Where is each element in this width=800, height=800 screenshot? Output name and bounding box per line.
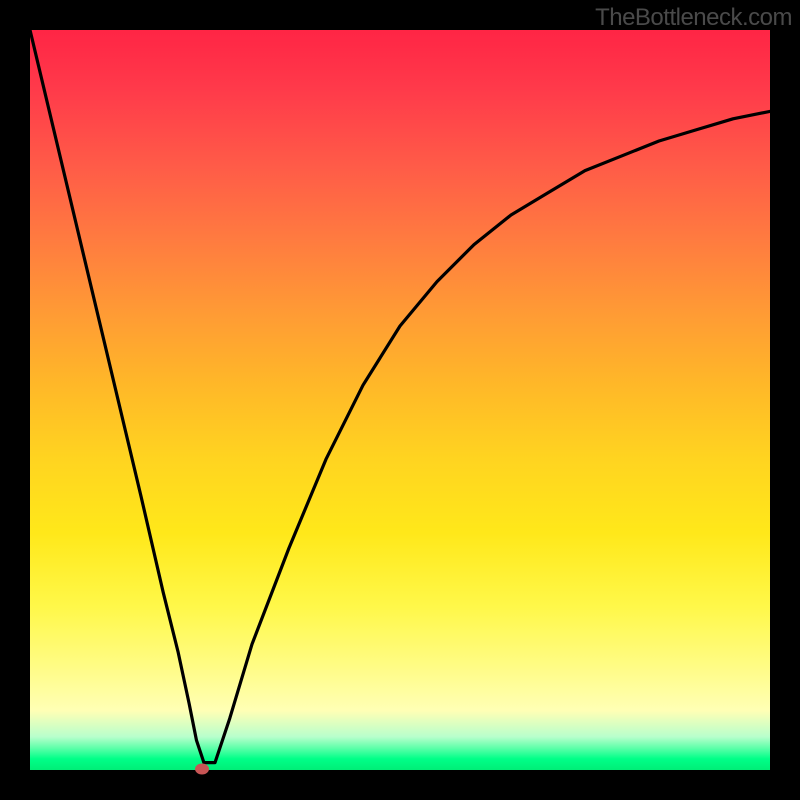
bottleneck-curve xyxy=(30,30,770,763)
plot-area xyxy=(30,30,770,770)
minimum-marker xyxy=(195,763,209,774)
watermark-label: TheBottleneck.com xyxy=(595,4,792,32)
chart-container: TheBottleneck.com xyxy=(0,0,800,800)
curve-svg xyxy=(30,30,770,770)
